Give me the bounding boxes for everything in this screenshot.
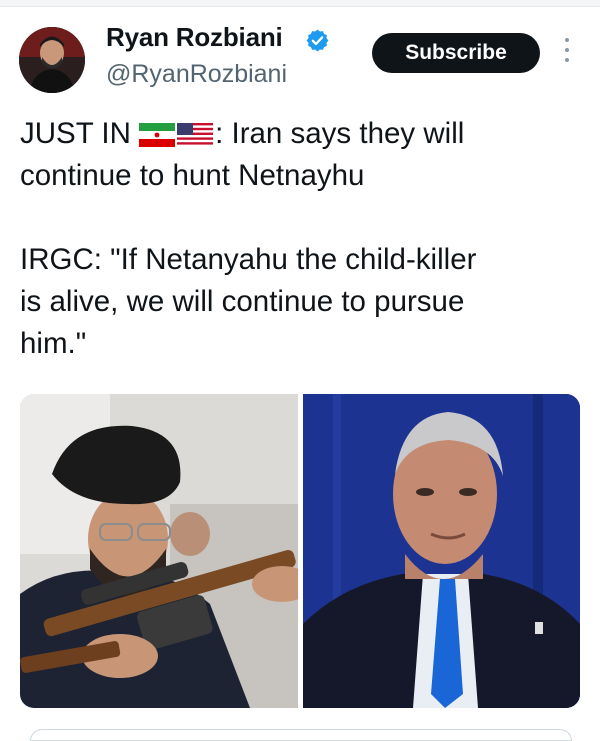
subscribe-button[interactable]: Subscribe (372, 33, 540, 73)
tweet-line-5: him." (20, 327, 87, 360)
author-name[interactable]: Ryan Rozbiani (106, 22, 283, 53)
tweet-line-4: is alive, we will continue to pursue (20, 285, 465, 318)
tweet-line-1-prefix: JUST IN (20, 117, 140, 150)
iran-flag-icon (139, 123, 176, 147)
avatar-image (19, 27, 85, 93)
cleric-aiming-rifle-photo[interactable] (20, 394, 298, 708)
right-photo-illustration (303, 394, 580, 708)
verified-badge-icon (306, 29, 329, 52)
top-divider (0, 0, 600, 7)
next-card-edge (30, 729, 572, 741)
tweet-line-2: continue to hunt Netnayhu (20, 159, 365, 192)
left-photo-illustration (20, 394, 298, 708)
tweet-line-1-suffix: : Iran says they will (215, 117, 465, 150)
tweet-text: JUST IN : Iran says they will continue t… (20, 113, 580, 365)
more-options-icon[interactable] (560, 38, 574, 70)
tweet-line-1: JUST IN : Iran says they will (20, 113, 580, 155)
netanyahu-portrait-photo[interactable] (303, 394, 580, 708)
tweet-line-3: IRGC: "If Netanyahu the child-killer (20, 243, 477, 276)
author-handle[interactable]: @RyanRozbiani (106, 60, 287, 89)
us-flag-icon (177, 123, 214, 147)
author-avatar[interactable] (19, 27, 85, 93)
